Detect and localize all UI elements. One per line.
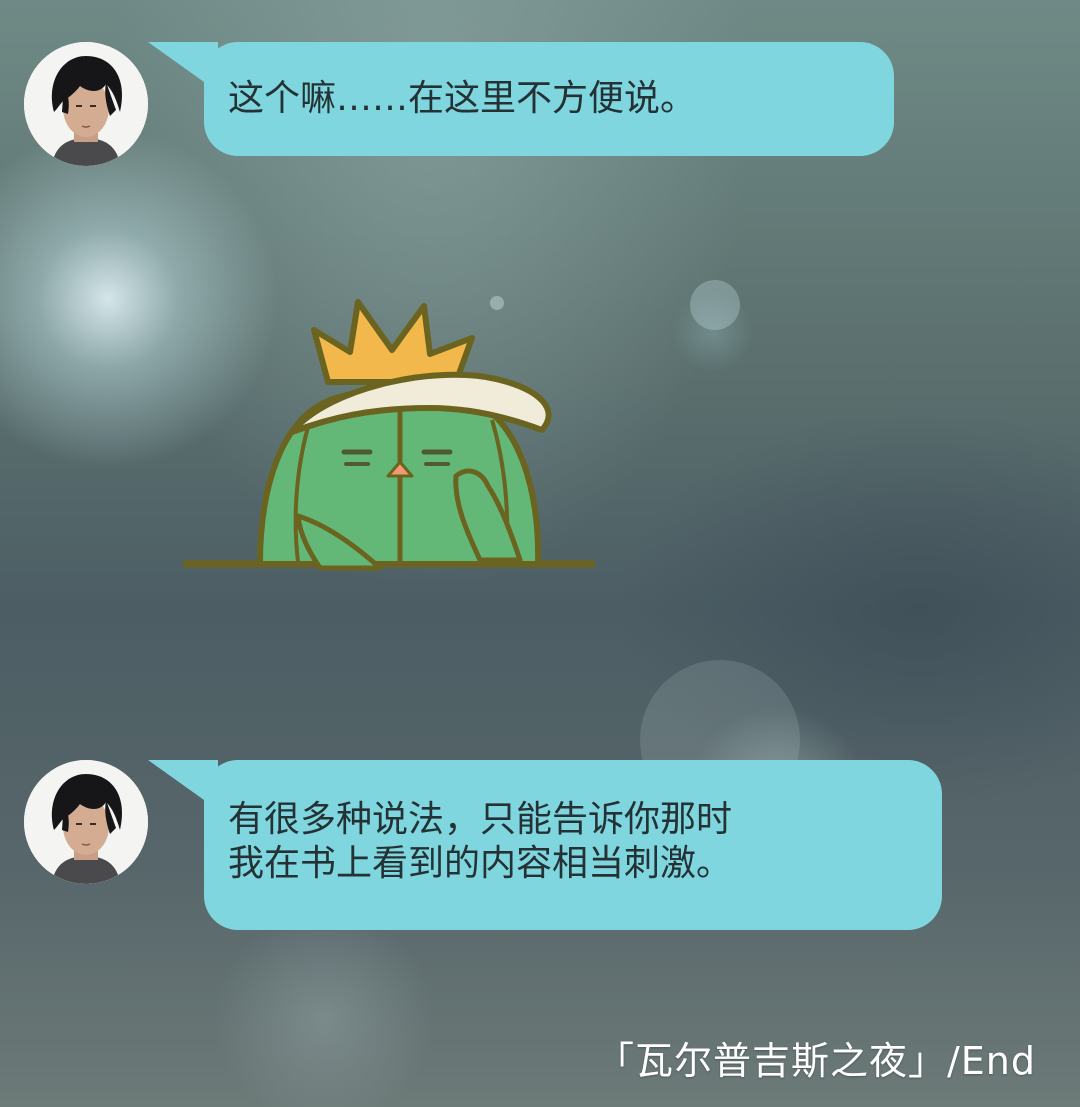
message-bubble: 这个嘛……在这里不方便说。 xyxy=(148,42,894,156)
cactus-sticker-icon xyxy=(182,299,596,571)
message-text: 这个嘛……在这里不方便说。 xyxy=(228,78,697,119)
cactus-sticker[interactable] xyxy=(180,290,600,590)
bubble-tail-icon xyxy=(148,42,218,92)
message-bubble: 有很多种说法，只能告诉你那时 我在书上看到的内容相当刺激。 xyxy=(148,760,942,930)
avatar[interactable] xyxy=(24,760,148,884)
end-label: 「瓦尔普吉斯之夜」/End xyxy=(595,1039,1036,1083)
bubble-tail-icon xyxy=(148,760,218,810)
message-text: 有很多种说法，只能告诉你那时 我在书上看到的内容相当刺激。 xyxy=(228,799,733,884)
avatar-portrait-icon xyxy=(24,42,148,166)
avatar[interactable] xyxy=(24,42,148,166)
avatar-portrait-icon xyxy=(24,760,148,884)
background-bokeh xyxy=(690,280,740,330)
